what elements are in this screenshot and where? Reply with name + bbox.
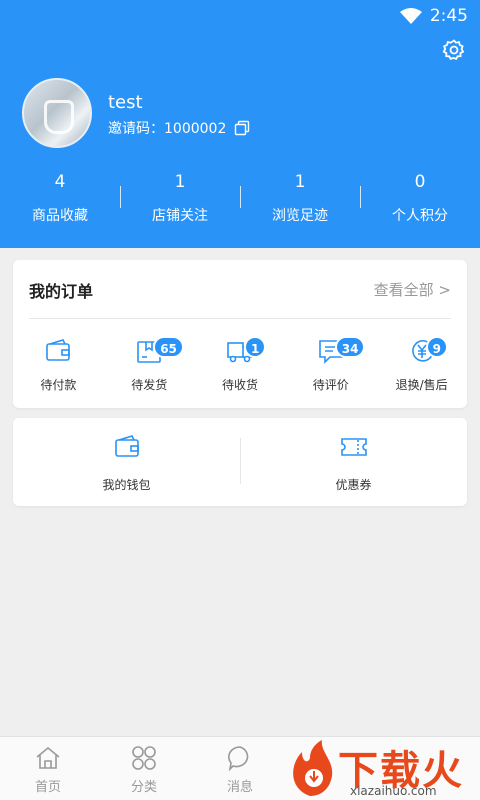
watermark-url: xiazaihuo.com bbox=[350, 784, 437, 798]
stat-value: 0 bbox=[414, 172, 426, 192]
order-pending-receipt[interactable]: 1 待收货 bbox=[195, 332, 286, 392]
order-label: 退换/售后 bbox=[395, 378, 448, 392]
tab-message[interactable]: 消息 bbox=[192, 737, 288, 800]
invite-code: 邀请码：1000002 bbox=[108, 118, 250, 138]
stat-label: 商品收藏 bbox=[32, 208, 88, 224]
invite-code-text: 邀请码：1000002 bbox=[108, 121, 227, 137]
stat-value: 4 bbox=[54, 172, 66, 192]
order-label: 待发货 bbox=[131, 378, 168, 392]
tab-label: 分类 bbox=[130, 780, 157, 795]
order-label: 待付款 bbox=[40, 378, 77, 392]
order-badge: 65 bbox=[153, 336, 184, 358]
tab-label: 首页 bbox=[34, 780, 61, 795]
service-label: 我的钱包 bbox=[102, 478, 151, 492]
coupon-icon bbox=[340, 438, 367, 456]
order-label: 待评价 bbox=[312, 378, 349, 392]
order-badge: 34 bbox=[334, 336, 366, 358]
tab-label: 消息 bbox=[226, 780, 253, 795]
order-pending-review[interactable]: 34 待评价 bbox=[285, 332, 376, 392]
order-refund[interactable]: 9 退换/售后 bbox=[376, 332, 467, 392]
status-bar: 2:45 bbox=[399, 6, 468, 26]
copy-icon[interactable] bbox=[234, 120, 250, 136]
order-pending-payment[interactable]: 待付款 bbox=[13, 332, 104, 392]
view-all-orders-link[interactable]: 查看全部 > bbox=[374, 279, 451, 300]
stat-favorites[interactable]: 4 商品收藏 bbox=[0, 168, 120, 230]
home-icon bbox=[36, 746, 60, 769]
username: test bbox=[108, 92, 143, 113]
stat-label: 个人积分 bbox=[392, 208, 448, 224]
wifi-icon bbox=[399, 8, 422, 24]
stat-label: 浏览足迹 bbox=[272, 208, 328, 224]
stat-value: 1 bbox=[294, 172, 306, 192]
order-badge: 1 bbox=[243, 336, 267, 358]
stat-value: 1 bbox=[174, 172, 186, 192]
gear-icon[interactable] bbox=[442, 38, 466, 62]
wallet-icon bbox=[114, 435, 139, 457]
stat-followed-shops[interactable]: 1 店铺关注 bbox=[120, 168, 240, 230]
tab-home[interactable]: 首页 bbox=[0, 737, 96, 800]
order-pending-shipment[interactable]: 65 待发货 bbox=[104, 332, 195, 392]
message-icon bbox=[228, 746, 249, 772]
services-card: 我的钱包 优惠券 bbox=[13, 418, 467, 506]
orders-card: 我的订单 查看全部 > 待付款 65 待发货 1 待收货 34 待评价 9 退换… bbox=[13, 260, 467, 408]
stat-points[interactable]: 0 个人积分 bbox=[360, 168, 480, 230]
order-badge: 9 bbox=[425, 336, 448, 358]
divider bbox=[29, 318, 451, 319]
order-label: 待收货 bbox=[221, 378, 258, 392]
wallet-icon bbox=[46, 339, 71, 361]
profile-header: 2:45 test 邀请码：1000002 4 商品收藏 1 店铺关注 1 浏览… bbox=[0, 0, 480, 248]
stats-row: 4 商品收藏 1 店铺关注 1 浏览足迹 0 个人积分 bbox=[0, 168, 480, 230]
orders-title: 我的订单 bbox=[29, 282, 94, 301]
stat-label: 店铺关注 bbox=[152, 208, 208, 224]
order-status-row: 待付款 65 待发货 1 待收货 34 待评价 9 退换/售后 bbox=[13, 332, 467, 392]
my-wallet[interactable]: 我的钱包 bbox=[13, 418, 240, 506]
coupons[interactable]: 优惠券 bbox=[240, 418, 467, 506]
category-icon bbox=[132, 746, 156, 770]
tab-category[interactable]: 分类 bbox=[96, 737, 192, 800]
status-time: 2:45 bbox=[429, 6, 468, 26]
avatar[interactable] bbox=[22, 78, 92, 148]
service-label: 优惠券 bbox=[335, 478, 372, 492]
stat-history[interactable]: 1 浏览足迹 bbox=[240, 168, 360, 230]
